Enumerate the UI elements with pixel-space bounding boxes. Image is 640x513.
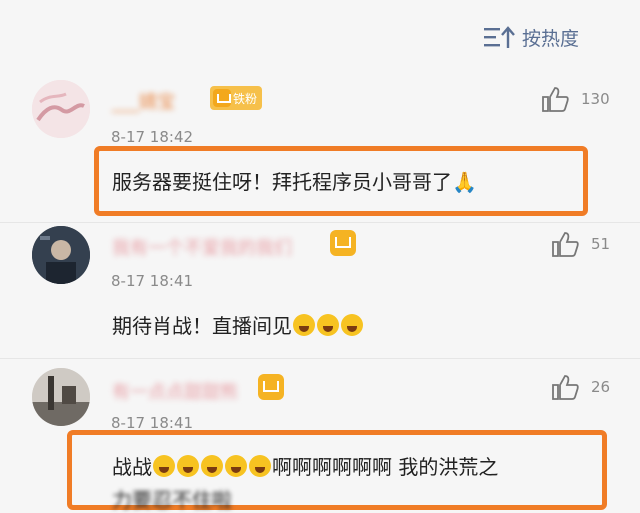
username[interactable]: 有一点点甜甜熊 [112, 378, 238, 404]
emoji-icon [177, 455, 199, 477]
emoji-icon [201, 455, 223, 477]
like-count: 26 [591, 378, 611, 396]
crown-icon [213, 89, 231, 107]
comment-text-suffix: 啊啊啊啊啊啊 我的洪荒之 [272, 455, 499, 479]
sort-icon [484, 25, 515, 48]
like-button[interactable]: 26 [551, 374, 610, 400]
comment-text-line2: 力要忍不住啦 [112, 488, 232, 512]
comment-time: 8-17 18:41 [111, 272, 194, 290]
divider [0, 358, 640, 359]
fan-badge-label: 铁粉 [233, 91, 258, 106]
comment-text-content: 战战 [112, 455, 152, 479]
avatar[interactable] [32, 368, 90, 426]
emoji-icon [317, 314, 339, 336]
comment-text-content: 期待肖战！直播间见 [112, 314, 292, 338]
comment-time: 8-17 18:42 [111, 128, 194, 146]
crown-icon [258, 374, 284, 400]
username[interactable]: 我有一个不爱我的我们 [112, 234, 292, 260]
like-button[interactable]: 51 [551, 231, 610, 257]
avatar[interactable] [32, 226, 90, 284]
emoji-icon [341, 314, 363, 336]
comment-text: 战战 啊啊啊啊啊啊 我的洪荒之 [112, 451, 498, 480]
username[interactable]: ___婧宝 [112, 88, 175, 114]
emoji-icon [293, 314, 315, 336]
emoji-icon [249, 455, 271, 477]
thumbs-up-icon [552, 232, 579, 257]
like-count: 51 [591, 235, 611, 253]
thumbs-up-icon [552, 375, 579, 400]
emoji-icon [225, 455, 247, 477]
crown-icon [330, 230, 356, 256]
fan-badge: 铁粉 [210, 86, 263, 110]
thumbs-up-icon [542, 87, 569, 112]
sort-by-hot-button[interactable]: 按热度 [484, 24, 579, 51]
sort-label: 按热度 [522, 28, 580, 50]
comment-text: 服务器要挺住呀！拜托程序员小哥哥了🙏 [112, 170, 477, 194]
avatar[interactable] [32, 80, 90, 138]
comment-text: 期待肖战！直播间见 [112, 310, 364, 339]
like-button[interactable]: 130 [541, 86, 610, 112]
divider [0, 222, 640, 223]
emoji-icon [153, 455, 175, 477]
like-count: 130 [581, 90, 610, 108]
